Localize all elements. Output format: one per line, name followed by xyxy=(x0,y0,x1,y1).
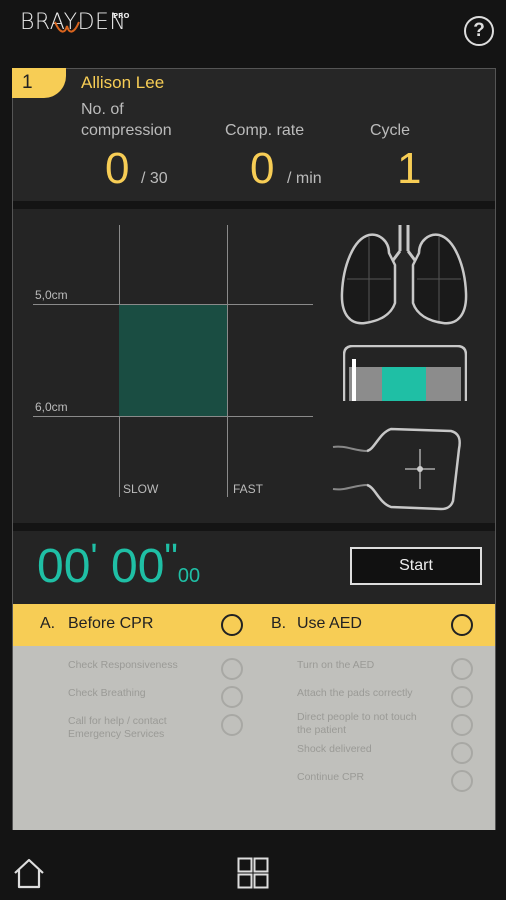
cycle-label: Cycle xyxy=(370,122,411,139)
before-cpr-title[interactable]: Before CPR xyxy=(68,615,153,633)
checklist-header: A. Before CPR B. Use AED xyxy=(13,604,495,646)
checklist-items: Check Responsiveness Check Breathing Cal… xyxy=(13,646,495,830)
section-divider xyxy=(13,523,495,531)
depth-bottom-label: 6,0cm xyxy=(35,400,68,414)
help-button[interactable]: ? xyxy=(464,16,494,46)
check-item-responsiveness: Check Responsiveness xyxy=(68,659,178,671)
compressions-value: 0 xyxy=(105,144,130,193)
help-icon: ? xyxy=(473,20,485,41)
use-aed-letter: B. xyxy=(271,615,287,632)
cpr-session-panel: 1 Allison Lee No. of compression 0 / 30 … xyxy=(12,68,496,830)
target-zone xyxy=(119,305,227,417)
hand-position-bar-icon xyxy=(343,345,467,401)
patient-name: Allison Lee xyxy=(81,73,165,92)
section-divider xyxy=(13,201,495,209)
fast-label: FAST xyxy=(233,482,264,496)
check-item-breathing: Check Breathing xyxy=(68,687,146,699)
timer-hundredths: 00 xyxy=(177,565,201,587)
aed-direct-people-checkbox[interactable] xyxy=(451,714,473,736)
rate-value: 0 xyxy=(250,144,275,193)
check-item-call-help-line2: Emergency Services xyxy=(68,728,165,740)
rate-unit: / min xyxy=(287,170,322,187)
aed-attach-pads-checkbox[interactable] xyxy=(451,686,473,708)
timer-section: 00' 00"00 Start xyxy=(13,531,495,603)
aed-item-attach-pads: Attach the pads correctly xyxy=(297,687,413,699)
before-cpr-checkbox[interactable] xyxy=(221,614,243,636)
fast-axis-line xyxy=(227,225,228,497)
compression-graph: 5,0cm 6,0cm SLOW FAST xyxy=(13,209,495,523)
before-cpr-letter: A. xyxy=(40,615,56,632)
depth-bottom-line xyxy=(33,416,313,417)
aed-turn-on-checkbox[interactable] xyxy=(451,658,473,680)
timer-seconds: 00 xyxy=(111,540,165,593)
bottom-navigation xyxy=(0,840,506,900)
compressions-label-line1: No. of xyxy=(81,101,124,118)
chest-position-icon xyxy=(332,427,461,511)
timer-minutes: 00 xyxy=(37,540,91,593)
use-aed-checkbox[interactable] xyxy=(451,614,473,636)
compressions-total: / 30 xyxy=(141,170,168,187)
grid-menu-icon[interactable] xyxy=(237,857,269,889)
home-icon[interactable] xyxy=(12,856,46,890)
session-number-tab[interactable]: 1 xyxy=(12,68,66,98)
start-button[interactable]: Start xyxy=(350,547,482,585)
cycle-value: 1 xyxy=(397,144,422,193)
check-responsiveness-checkbox[interactable] xyxy=(221,658,243,680)
check-breathing-checkbox[interactable] xyxy=(221,686,243,708)
aed-item-turn-on: Turn on the AED xyxy=(297,659,375,671)
top-bar: BRAYDEN PRO ? xyxy=(0,0,506,58)
elapsed-timer: 00' 00"00 xyxy=(37,537,201,593)
aed-item-continue-cpr: Continue CPR xyxy=(297,771,365,783)
slow-label: SLOW xyxy=(123,482,159,496)
rate-label: Comp. rate xyxy=(225,122,305,139)
depth-top-label: 5,0cm xyxy=(35,288,68,302)
aed-continue-cpr-checkbox[interactable] xyxy=(451,770,473,792)
check-item-call-help: Call for help / contact xyxy=(68,715,167,727)
aed-item-direct-people-line2: the patient xyxy=(297,724,347,736)
logo-flame-icon xyxy=(54,21,80,33)
aed-item-shock: Shock delivered xyxy=(297,743,372,755)
aed-shock-checkbox[interactable] xyxy=(451,742,473,764)
compressions-label-line2: compression xyxy=(81,122,172,139)
session-header: 1 Allison Lee No. of compression 0 / 30 … xyxy=(12,68,495,201)
check-call-help-checkbox[interactable] xyxy=(221,714,243,736)
use-aed-title[interactable]: Use AED xyxy=(297,615,362,633)
lungs-icon xyxy=(340,225,468,325)
aed-item-direct-people: Direct people to not touch xyxy=(297,711,417,723)
depth-top-line xyxy=(33,304,313,305)
brand-badge: PRO xyxy=(113,12,130,20)
